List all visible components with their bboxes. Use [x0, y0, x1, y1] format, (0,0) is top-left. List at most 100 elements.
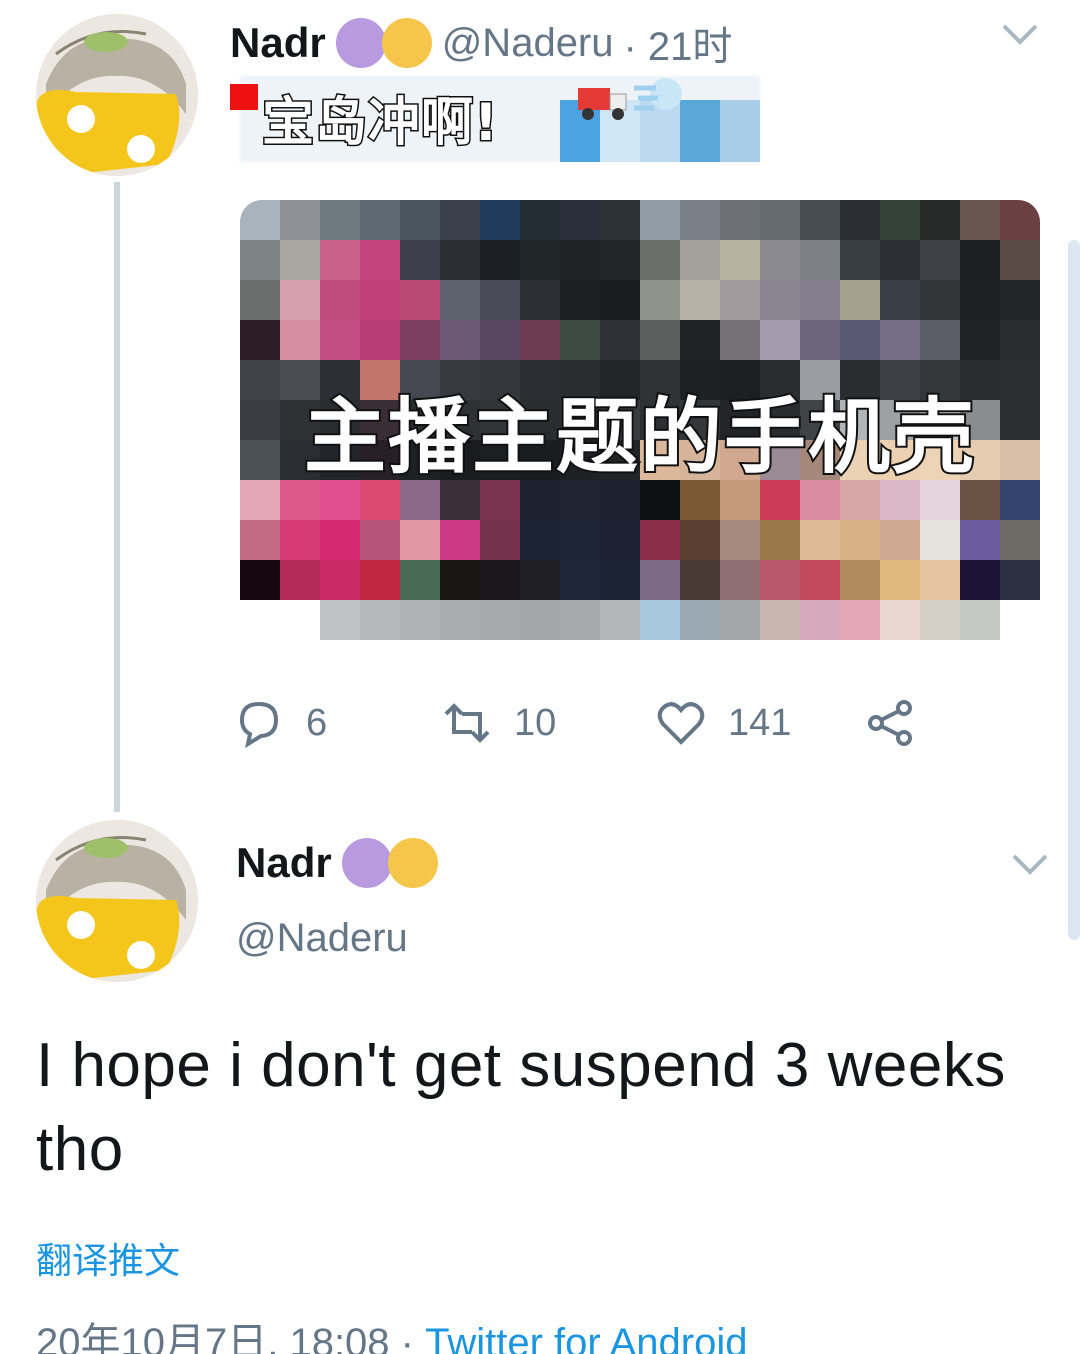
retweet-action[interactable]: 10 — [442, 698, 556, 748]
mosaic-tile — [1000, 600, 1040, 640]
translate-link[interactable]: 翻译推文 — [36, 1232, 180, 1284]
mosaic-tile — [840, 200, 880, 240]
chevron-down-icon[interactable] — [1000, 22, 1040, 48]
mosaic-tile — [720, 600, 760, 640]
mosaic-tile — [600, 560, 640, 600]
mosaic-tile — [440, 320, 480, 360]
mosaic-tile — [920, 280, 960, 320]
mosaic-tile — [640, 200, 680, 240]
mosaic-tile — [840, 320, 880, 360]
mosaic-tile — [880, 240, 920, 280]
mosaic-tile — [840, 280, 880, 320]
mosaic-tile — [600, 320, 640, 360]
mosaic-tile — [520, 240, 560, 280]
avatar[interactable] — [36, 14, 198, 176]
mosaic-tile — [440, 640, 480, 680]
mosaic-tile — [440, 520, 480, 560]
mosaic-tile — [680, 560, 720, 600]
mosaic-tile — [480, 600, 520, 640]
tweet-text: I hope i don't get suspend 3 weeks tho — [36, 1024, 1056, 1192]
mosaic-tile — [640, 560, 680, 600]
mosaic-tile — [280, 240, 320, 280]
purple-badge — [341, 838, 392, 888]
retweet-count: 10 — [514, 701, 557, 744]
mosaic-tile — [240, 320, 280, 360]
mosaic-tile — [720, 640, 760, 680]
mosaic-tile — [400, 520, 440, 560]
mosaic-tile — [680, 520, 720, 560]
mosaic-tile — [640, 640, 680, 680]
mosaic-tile — [520, 280, 560, 320]
mosaic-tile — [840, 240, 880, 280]
tweet-media[interactable]: 主播主题的手机壳 — [240, 200, 1040, 680]
mosaic-tile — [280, 520, 320, 560]
like-icon — [657, 702, 705, 745]
sticker-caption: 宝岛冲啊! — [261, 92, 500, 155]
mosaic-tile — [760, 320, 800, 360]
scrollbar[interactable] — [1068, 240, 1080, 940]
mosaic-tile — [960, 600, 1000, 640]
mosaic-tile — [280, 640, 320, 680]
mosaic-tile — [560, 520, 600, 560]
mosaic-tile — [600, 600, 640, 640]
mosaic-tile — [960, 200, 1000, 240]
mosaic-tile — [280, 600, 320, 640]
mosaic-tile — [560, 320, 600, 360]
mosaic-tile — [320, 640, 360, 680]
tweet-time[interactable]: · 21时 — [624, 14, 733, 72]
author-name[interactable]: Nadr — [236, 839, 332, 887]
mosaic-tile — [360, 320, 400, 360]
mosaic-tile — [920, 200, 960, 240]
mosaic-tile — [920, 600, 960, 640]
tweet-source[interactable]: Twitter for Android — [425, 1321, 747, 1354]
reply-count: 6 — [306, 701, 328, 744]
mosaic-tile — [720, 520, 760, 560]
mosaic-tile — [880, 320, 920, 360]
mosaic-tile — [680, 600, 720, 640]
author-name[interactable]: Nadr — [230, 19, 326, 67]
mosaic-tile — [560, 240, 600, 280]
author-handle[interactable]: @Naderu — [236, 916, 408, 961]
avatar[interactable] — [36, 820, 198, 982]
mosaic-tile — [320, 240, 360, 280]
mosaic-tile — [720, 240, 760, 280]
mosaic-tile — [800, 240, 840, 280]
mosaic-tile — [840, 520, 880, 560]
mosaic-tile — [1000, 640, 1040, 680]
mosaic-tile — [400, 600, 440, 640]
share-action[interactable] — [866, 698, 938, 748]
mosaic-tile — [760, 280, 800, 320]
mosaic-tile — [1000, 280, 1040, 320]
yellow-badge — [381, 18, 432, 68]
mosaic-tile — [480, 200, 520, 240]
tweet1-header: Nadr @Naderu · 21时 — [230, 14, 732, 72]
chevron-down-icon[interactable] — [1010, 852, 1050, 878]
mosaic-tile — [680, 240, 720, 280]
mosaic-tile — [440, 560, 480, 600]
mosaic-tile — [640, 280, 680, 320]
mosaic-tile — [680, 200, 720, 240]
mosaic-tile — [280, 560, 320, 600]
reply-action[interactable]: 6 — [234, 698, 327, 748]
mosaic-tile — [240, 640, 280, 680]
mosaic-tile — [320, 560, 360, 600]
mosaic-tile — [920, 560, 960, 600]
like-action[interactable]: 141 — [656, 698, 791, 748]
mosaic-tile — [800, 560, 840, 600]
mosaic-tile — [240, 600, 280, 640]
purple-badge — [335, 18, 386, 68]
mosaic-tile — [920, 640, 960, 680]
mosaic-tile — [960, 320, 1000, 360]
mosaic-tile — [280, 280, 320, 320]
tweet-meta: 20年10月7日, 18:08 · Twitter for Android — [36, 1310, 748, 1354]
mosaic-tile — [680, 320, 720, 360]
mosaic-tile — [800, 520, 840, 560]
mosaic-tile — [360, 560, 400, 600]
mosaic-tile — [1000, 200, 1040, 240]
mosaic-tile — [760, 600, 800, 640]
author-handle[interactable]: @Naderu — [442, 21, 614, 66]
red-mark — [230, 84, 258, 110]
mosaic-tile — [320, 280, 360, 320]
mosaic-tile — [320, 600, 360, 640]
mosaic-tile — [520, 640, 560, 680]
